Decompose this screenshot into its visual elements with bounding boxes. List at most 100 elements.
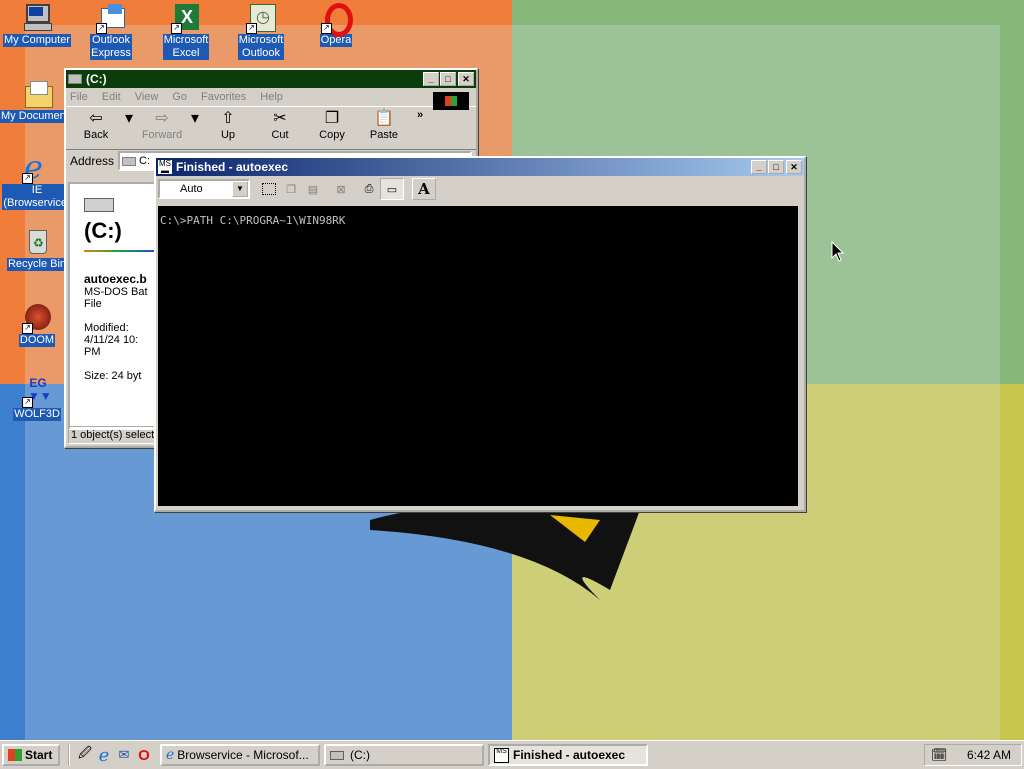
task-finished-autoexec[interactable]: MS Finished - autoexec — [488, 744, 648, 766]
menu-edit[interactable]: Edit — [102, 91, 121, 103]
fullscreen-button[interactable]: ⊠ — [330, 179, 352, 199]
opera-icon: ↗ — [321, 2, 353, 37]
ie-icon: e ↗ — [22, 148, 43, 186]
task-browservice[interactable]: e Browservice - Microsof... — [160, 744, 320, 766]
copy-button[interactable]: ❐ — [280, 179, 302, 199]
wolf3d-icon: EG ▼▼ ↗ — [22, 376, 52, 408]
menu-file[interactable]: File — [70, 91, 88, 103]
explorer-toolbar: ⇦ Back ▾ ⇨ Forward ▾ ⇧ Up ✂ Cut ❐ Copy 📋 Paste… — [66, 106, 476, 150]
paste-button[interactable]: 📋 Paste — [358, 109, 410, 141]
menu-go[interactable]: Go — [172, 91, 187, 103]
my-computer-icon — [22, 2, 52, 32]
ie-icon: e — [166, 747, 175, 763]
maximize-button[interactable]: □ — [440, 72, 456, 86]
windows-logo-icon — [8, 749, 22, 761]
shortcut-arrow-icon: ↗ — [321, 23, 332, 34]
desktop: My Computer My Documents e ↗ IE (Browser… — [0, 0, 1024, 740]
scissors-icon: ✂ — [273, 110, 287, 127]
system-tray: 🗓 6:42 AM — [924, 744, 1022, 766]
mark-icon — [262, 183, 276, 195]
scheduler-icon[interactable]: 🗓 — [931, 747, 948, 763]
taskbar: Start 🖉 e ✉ O e Browservice - Microsof..… — [0, 740, 1024, 769]
forward-button[interactable]: ⇨ Forward — [136, 109, 188, 141]
task-drive-c[interactable]: (C:) — [324, 744, 484, 766]
clock[interactable]: 6:42 AM — [967, 748, 1011, 762]
shortcut-arrow-icon: ↗ — [171, 23, 182, 34]
msdos-window[interactable]: MS ▬ Finished - autoexec _ □ ✕ Auto ▼ ❐ ▤… — [154, 156, 806, 512]
copy-button[interactable]: ❐ Copy — [306, 109, 358, 141]
outlook-icon: ◷ ↗ — [246, 2, 276, 34]
cut-button[interactable]: ✂ Cut — [254, 109, 306, 141]
close-button[interactable]: ✕ — [786, 160, 802, 174]
minimize-button[interactable]: _ — [423, 72, 439, 86]
toolbar-more-chevron-icon[interactable]: » — [410, 109, 430, 121]
desktop-icon-outlook-express[interactable]: ↗ Outlook Express — [74, 2, 148, 60]
paste-button[interactable]: ▤ — [302, 179, 324, 199]
up-button[interactable]: ⇧ Up — [202, 109, 254, 141]
background-button[interactable]: ▭ — [380, 178, 404, 200]
maximize-button[interactable]: □ — [768, 160, 784, 174]
font-icon: A — [418, 180, 430, 198]
properties-button[interactable]: ⎙ — [358, 179, 380, 199]
menu-favorites[interactable]: Favorites — [201, 91, 246, 103]
folder-icon — [22, 78, 53, 108]
msdos-icon: MS — [494, 747, 509, 763]
desktop-icon-outlook[interactable]: ◷ ↗ Microsoft Outlook — [224, 2, 298, 60]
copy-icon: ❐ — [286, 183, 296, 196]
desktop-icon-my-documents[interactable]: My Documents — [0, 78, 76, 123]
shortcut-arrow-icon: ↗ — [22, 173, 33, 184]
doom-icon: ↗ — [22, 302, 52, 334]
font-size-select[interactable]: Auto ▼ — [158, 179, 250, 199]
desktop-icon-recycle-bin[interactable]: ♻ Recycle Bin — [0, 226, 74, 271]
fullscreen-icon: ⊠ — [336, 183, 346, 196]
desktop-icon-opera[interactable]: ↗ Opera — [299, 2, 373, 47]
drive-icon — [68, 74, 82, 84]
shortcut-arrow-icon: ↗ — [96, 23, 107, 34]
font-button[interactable]: A — [412, 178, 436, 200]
mouse-cursor-icon — [831, 241, 845, 262]
up-folder-icon: ⇧ — [221, 110, 235, 127]
explorer-menubar: File Edit View Go Favorites Help — [66, 88, 476, 110]
excel-icon: X ↗ — [171, 2, 201, 34]
paste-icon: 📋 — [374, 110, 394, 127]
paste-icon: ▤ — [307, 183, 319, 196]
back-dropdown[interactable]: ▾ — [122, 109, 136, 129]
outlook-express-icon[interactable]: ✉ — [114, 747, 134, 763]
chevron-down-icon[interactable]: ▼ — [232, 181, 248, 197]
msdos-toolbar: Auto ▼ ❐ ▤ ⊠ ⎙ ▭ A — [156, 176, 804, 202]
drive-large-icon — [84, 198, 114, 212]
mark-button[interactable] — [258, 178, 280, 200]
desktop-icon-my-computer[interactable]: My Computer — [0, 2, 74, 47]
show-desktop-icon[interactable]: 🖉 — [76, 744, 94, 766]
desktop-icon-excel[interactable]: X ↗ Microsoft Excel — [149, 2, 223, 60]
desktop-icon-wolf3d[interactable]: EG ▼▼ ↗ WOLF3D — [0, 376, 74, 421]
explorer-titlebar[interactable]: (C:) _ □ ✕ — [66, 70, 476, 88]
shortcut-arrow-icon: ↗ — [22, 397, 33, 408]
background-icon: ▭ — [386, 183, 398, 196]
back-button[interactable]: ⇦ Back — [70, 109, 122, 141]
opera-icon[interactable]: O — [134, 747, 154, 764]
msdos-icon: MS ▬ — [158, 159, 172, 175]
console-screen[interactable]: C:\>PATH C:\PROGRA~1\WIN98RK — [158, 206, 798, 506]
drive-icon — [330, 750, 344, 760]
console-text: C:\>PATH C:\PROGRA~1\WIN98RK — [160, 214, 346, 227]
explorer-title: (C:) — [86, 72, 107, 86]
msdos-titlebar[interactable]: MS ▬ Finished - autoexec _ □ ✕ — [156, 158, 804, 176]
ie-icon[interactable]: e — [94, 745, 114, 766]
forward-arrow-icon: ⇨ — [155, 110, 169, 127]
forward-dropdown[interactable]: ▾ — [188, 109, 202, 129]
minimize-button[interactable]: _ — [751, 160, 767, 174]
address-label: Address — [70, 154, 115, 168]
menu-view[interactable]: View — [135, 91, 159, 103]
desktop-icon-doom[interactable]: ↗ DOOM — [0, 302, 74, 347]
msdos-title: Finished - autoexec — [176, 160, 289, 174]
desktop-icon-ie[interactable]: e ↗ IE (Browservice) — [0, 148, 74, 210]
drive-icon — [122, 156, 137, 166]
recycle-bin-icon: ♻ — [22, 226, 52, 256]
windows-logo-icon — [433, 92, 469, 110]
close-button[interactable]: ✕ — [458, 72, 474, 86]
start-button[interactable]: Start — [2, 744, 60, 766]
outlook-express-icon: ↗ — [96, 2, 126, 34]
shortcut-arrow-icon: ↗ — [22, 323, 33, 334]
menu-help[interactable]: Help — [260, 91, 283, 103]
